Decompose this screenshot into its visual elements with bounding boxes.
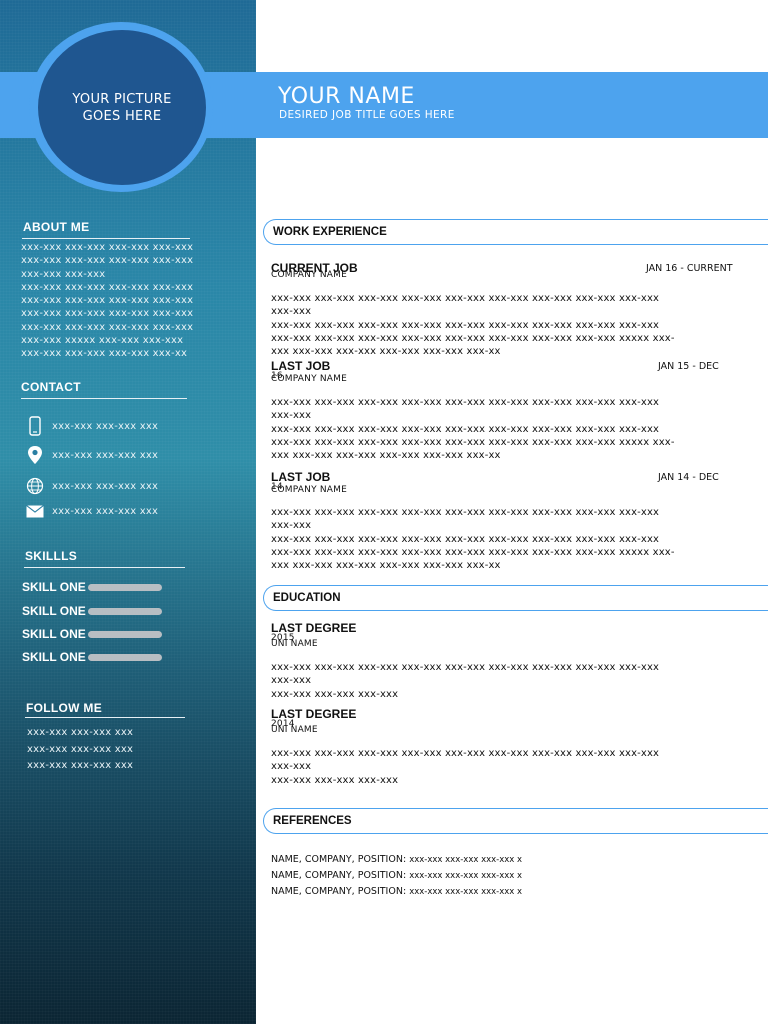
- reference-entry: NAME, COMPANY, POSITION: xxx-xxx xxx-xxx…: [271, 854, 522, 865]
- about-line: xxx-xxx xxx-xxx xxx-xxx xxx-xxx: [21, 295, 194, 307]
- reference-value: xxx-xxx xxx-xxx xxx-xxx x: [409, 871, 523, 881]
- contact-heading: CONTACT: [21, 380, 81, 394]
- description-line: xxx-xxx xxx-xxx xxx-xxx xxx-xxx xxx-xxx …: [271, 662, 660, 673]
- resume-name: YOUR NAME: [278, 84, 415, 109]
- skill-label: SKILL ONE: [22, 604, 86, 618]
- reference-entry: NAME, COMPANY, POSITION: xxx-xxx xxx-xxx…: [271, 886, 522, 897]
- job-date: JAN 16 - CURRENT: [646, 263, 733, 274]
- contact-address: xxx-xxx xxx-xxx xxx: [24, 444, 158, 466]
- skills-divider: [24, 567, 185, 568]
- profile-photo-placeholder: YOUR PICTURE GOES HERE: [38, 30, 206, 185]
- company-name: COMPANY NAME: [271, 374, 347, 384]
- about-heading: ABOUT ME: [23, 220, 90, 234]
- reference-value: xxx-xxx xxx-xxx xxx-xxx x: [409, 887, 523, 897]
- degree-description: xxx-xxx xxx-xxx xxx-xxx xxx-xxx xxx-xxx …: [271, 661, 741, 701]
- skill-row: SKILL ONE: [22, 627, 162, 641]
- skill-label: SKILL ONE: [22, 650, 86, 664]
- skill-row: SKILL ONE: [22, 604, 162, 618]
- follow-link[interactable]: xxx-xxx xxx-xxx xxx: [27, 725, 133, 742]
- follow-links: xxx-xxx xxx-xxx xxx xxx-xxx xxx-xxx xxx …: [27, 725, 133, 775]
- skill-label: SKILL ONE: [22, 627, 86, 641]
- follow-divider: [25, 717, 185, 718]
- about-line: xxx-xxx xxx-xxx xxx-xxx xxx-xxx: [21, 308, 194, 320]
- skill-bar: [88, 630, 162, 638]
- phone-icon: [24, 415, 46, 437]
- description-line: xxx-xxx xxx-xxx xxx-xxx xxx-xxx xxx-xxx …: [271, 293, 660, 304]
- follow-link[interactable]: xxx-xxx xxx-xxx xxx: [27, 758, 133, 775]
- work-experience-heading: WORK EXPERIENCE: [263, 219, 768, 245]
- company-name: COMPANY NAME: [271, 485, 347, 495]
- skill-bar: [88, 653, 162, 661]
- description-line: xxx-xxx xxx-xxx xxx-xxx xxx-xxx xxx-xxx …: [271, 332, 675, 344]
- about-divider: [22, 238, 190, 239]
- description-line: xxx xxx-xxx xxx-xxx xxx-xxx xxx-xxx xxx-…: [271, 450, 501, 462]
- contact-email-text: xxx-xxx xxx-xxx xxx: [52, 505, 159, 517]
- skill-row: SKILL ONE: [22, 580, 162, 594]
- description-line: xxx xxx-xxx xxx-xxx xxx-xxx xxx-xxx xxx-…: [271, 560, 501, 572]
- contact-phone: xxx-xxx xxx-xxx xxx: [24, 415, 158, 437]
- description-line: xxx-xxx: [271, 520, 312, 532]
- job-date: JAN 14 - DEC: [658, 472, 719, 483]
- follow-link[interactable]: xxx-xxx xxx-xxx xxx: [27, 742, 133, 759]
- contact-divider: [21, 398, 187, 399]
- description-line: xxx-xxx xxx-xxx xxx-xxx xxx-xxx xxx-xxx …: [271, 423, 660, 435]
- contact-address-text: xxx-xxx xxx-xxx xxx: [52, 449, 159, 461]
- description-line: xxx-xxx xxx-xxx xxx-xxx xxx-xxx xxx-xxx …: [271, 546, 675, 558]
- globe-icon: [24, 475, 46, 497]
- skill-label: SKILL ONE: [22, 580, 86, 594]
- job-description: xxx-xxx xxx-xxx xxx-xxx xxx-xxx xxx-xxx …: [271, 506, 741, 572]
- skills-heading: SKILLLS: [25, 549, 78, 563]
- description-line: xxx-xxx xxx-xxx xxx-xxx xxx-xxx xxx-xxx …: [271, 533, 660, 545]
- university-name: UNI NAME: [271, 725, 318, 735]
- about-line: xxx-xxx xxx-xxx: [21, 268, 106, 280]
- contact-website-text: xxx-xxx xxx-xxx xxx: [52, 480, 159, 492]
- description-line: xxx-xxx xxx-xxx xxx-xxx xxx-xxx xxx-xxx …: [271, 436, 675, 448]
- university-name: UNI NAME: [271, 639, 318, 649]
- about-text: xxx-xxx xxx-xxx xxx-xxx xxx-xxx xxx-xxx …: [21, 241, 193, 361]
- reference-label: NAME, COMPANY, POSITION:: [271, 854, 407, 865]
- envelope-icon: [24, 500, 46, 522]
- contact-email: xxx-xxx xxx-xxx xxx: [24, 500, 158, 522]
- about-line: xxx-xxx xxx-xxx xxx-xxx xxx-xxx: [21, 281, 194, 293]
- references-heading: REFERENCES: [263, 808, 768, 834]
- about-line: xxx-xxx xxxxx xxx-xxx xxx-xxx: [21, 335, 184, 347]
- degree-description: xxx-xxx xxx-xxx xxx-xxx xxx-xxx xxx-xxx …: [271, 747, 741, 787]
- job-description: xxx-xxx xxx-xxx xxx-xxx xxx-xxx xxx-xxx …: [271, 292, 741, 358]
- description-line: xxx-xxx xxx-xxx xxx-xxx xxx-xxx xxx-xxx …: [271, 748, 660, 759]
- description-line: xxx-xxx xxx-xxx xxx-xxx xxx-xxx xxx-xxx …: [271, 397, 660, 408]
- contact-website: xxx-xxx xxx-xxx xxx: [24, 475, 158, 497]
- skill-bar: [88, 607, 162, 615]
- about-line: xxx-xxx xxx-xxx xxx-xxx xxx-xxx: [21, 242, 194, 253]
- desired-job-title: DESIRED JOB TITLE GOES HERE: [279, 109, 455, 121]
- skill-row: SKILL ONE: [22, 650, 162, 664]
- education-heading: EDUCATION: [263, 585, 768, 611]
- description-line: xxx-xxx: [271, 306, 312, 318]
- description-line: xxx-xxx: [271, 761, 312, 773]
- reference-value: xxx-xxx xxx-xxx xxx-xxx x: [409, 855, 523, 865]
- contact-phone-text: xxx-xxx xxx-xxx xxx: [52, 420, 159, 432]
- description-line: xxx-xxx xxx-xxx xxx-xxx: [271, 688, 399, 700]
- photo-placeholder-text: YOUR PICTURE GOES HERE: [72, 91, 172, 124]
- description-line: xxx xxx-xxx xxx-xxx xxx-xxx xxx-xxx xxx-…: [271, 346, 501, 358]
- company-name: COMPANY NAME: [271, 270, 347, 280]
- reference-entry: NAME, COMPANY, POSITION: xxx-xxx xxx-xxx…: [271, 870, 522, 881]
- about-line: xxx-xxx xxx-xxx xxx-xxx xxx-xxx: [21, 255, 194, 267]
- about-line: xxx-xxx xxx-xxx xxx-xxx xxx-xx: [21, 348, 188, 360]
- reference-label: NAME, COMPANY, POSITION:: [271, 870, 407, 881]
- reference-label: NAME, COMPANY, POSITION:: [271, 886, 407, 897]
- description-line: xxx-xxx: [271, 675, 312, 687]
- follow-heading: FOLLOW ME: [26, 701, 103, 715]
- about-line: xxx-xxx xxx-xxx xxx-xxx xxx-xxx: [21, 321, 194, 333]
- location-pin-icon: [24, 444, 46, 466]
- description-line: xxx-xxx: [271, 410, 312, 422]
- description-line: xxx-xxx xxx-xxx xxx-xxx: [271, 774, 399, 786]
- description-line: xxx-xxx xxx-xxx xxx-xxx xxx-xxx xxx-xxx …: [271, 507, 660, 518]
- skill-bar: [88, 583, 162, 591]
- description-line: xxx-xxx xxx-xxx xxx-xxx xxx-xxx xxx-xxx …: [271, 319, 660, 331]
- job-description: xxx-xxx xxx-xxx xxx-xxx xxx-xxx xxx-xxx …: [271, 396, 741, 462]
- job-date: JAN 15 - DEC: [658, 361, 719, 372]
